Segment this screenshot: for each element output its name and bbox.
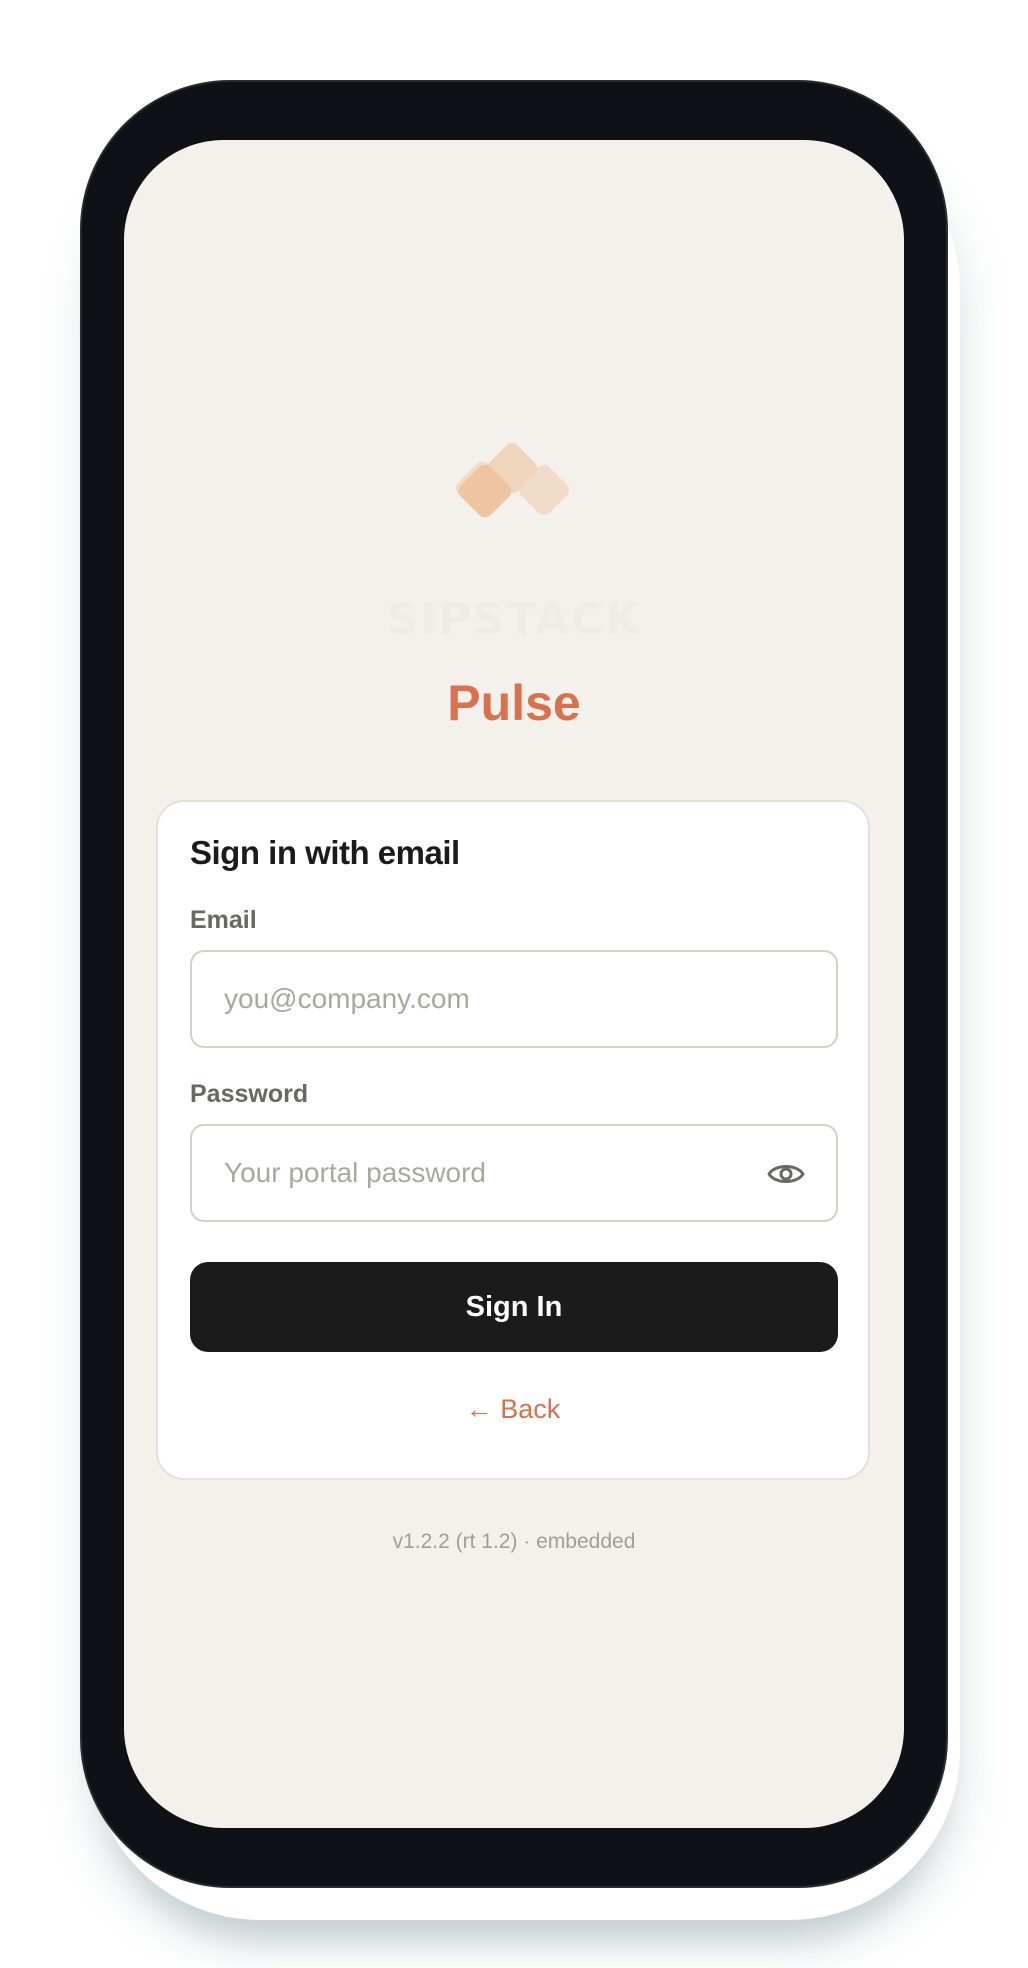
device-stage: SIPSTACK Pulse Sign in with email Email …: [0, 0, 1028, 1968]
stacked-diamonds-logo-icon: [455, 443, 569, 518]
app-screen: SIPSTACK Pulse Sign in with email Email …: [124, 140, 904, 1828]
password-field-wrapper: [190, 1124, 838, 1222]
product-name: Pulse: [447, 675, 581, 731]
password-input[interactable]: [224, 1126, 764, 1220]
email-label: Email: [190, 906, 257, 934]
login-card: Sign in with email Email Password Sign I…: [156, 800, 870, 1480]
brand-wordmark: SIPSTACK: [386, 594, 642, 645]
email-field-wrapper: [190, 950, 838, 1048]
email-input[interactable]: [224, 952, 764, 1046]
back-link[interactable]: ← Back: [158, 1394, 868, 1425]
brand-logo: [124, 440, 904, 530]
version-info: v1.2.2 (rt 1.2) · embedded: [392, 1530, 636, 1553]
eye-icon[interactable]: [766, 1156, 806, 1192]
card-title: Sign in with email: [190, 834, 460, 871]
password-label: Password: [190, 1080, 309, 1108]
sign-in-button[interactable]: Sign In: [190, 1262, 838, 1352]
